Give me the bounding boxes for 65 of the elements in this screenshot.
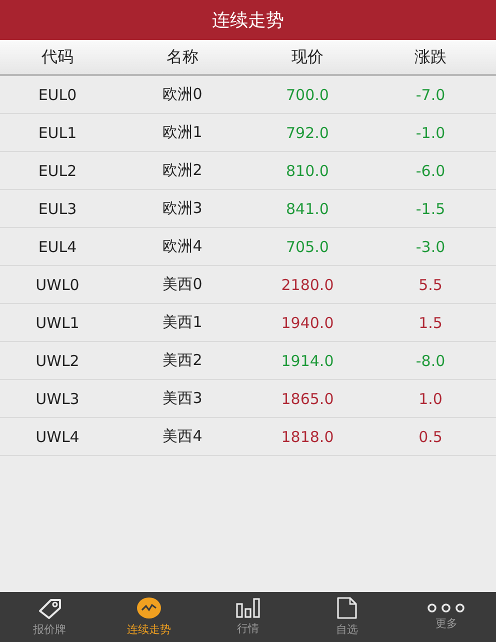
change-cell: -1.5 (416, 200, 446, 218)
code-cell: EUL2 (38, 162, 77, 180)
price-cell: 705.0 (286, 238, 329, 256)
change-cell: -7.0 (416, 86, 446, 104)
price-cell: 841.0 (286, 200, 329, 218)
price-cell: 1865.0 (281, 390, 334, 408)
price-cell: 700.0 (286, 86, 329, 104)
tab[interactable]: 连续走势 (99, 592, 198, 642)
name-cell: 美西2 (162, 351, 202, 370)
change-cell: 0.5 (418, 428, 442, 446)
change-cell: -1.0 (416, 124, 446, 142)
code-cell: EUL3 (38, 200, 77, 218)
trend-icon (136, 597, 161, 619)
code-cell: EUL1 (38, 124, 77, 142)
name-cell: 美西3 (162, 389, 202, 408)
change-cell: -6.0 (416, 162, 446, 180)
quote-row[interactable]: UWL2 美西2 1914.0 -8.0 (0, 342, 496, 380)
price-cell: 792.0 (286, 124, 329, 142)
page-title: 连续走势 (212, 9, 284, 32)
bar-chart-icon (234, 598, 261, 618)
quote-row[interactable]: EUL3 欧洲3 841.0 -1.5 (0, 190, 496, 228)
quote-row[interactable]: EUL0 欧洲0 700.0 -7.0 (0, 76, 496, 114)
change-cell: -3.0 (416, 238, 446, 256)
tab[interactable]: 行情 (198, 592, 298, 642)
code-cell: UWL1 (36, 314, 80, 332)
name-cell: 美西1 (162, 313, 202, 332)
price-cell: 2180.0 (281, 276, 334, 294)
price-cell: 810.0 (286, 162, 329, 180)
more-icon (427, 603, 466, 613)
name-cell: 美西0 (162, 275, 202, 294)
name-cell: 美西4 (162, 427, 202, 446)
document-icon (337, 597, 358, 619)
code-cell: UWL3 (36, 390, 80, 408)
name-cell: 欧洲4 (162, 237, 202, 256)
quote-row[interactable]: UWL1 美西1 1940.0 1.5 (0, 304, 496, 342)
code-cell: UWL4 (36, 428, 80, 446)
code-cell: EUL4 (38, 238, 77, 256)
column-header: 涨跌 (414, 46, 446, 68)
code-cell: UWL0 (36, 276, 80, 294)
quote-row[interactable]: EUL1 欧洲1 792.0 -1.0 (0, 114, 496, 152)
change-cell: 1.5 (418, 314, 442, 332)
name-cell: 欧洲1 (162, 123, 202, 142)
quote-row[interactable]: EUL4 欧洲4 705.0 -3.0 (0, 228, 496, 266)
name-cell: 欧洲2 (162, 161, 202, 180)
price-cell: 1914.0 (281, 352, 334, 370)
tab[interactable]: 报价牌 (0, 592, 100, 642)
tab[interactable]: 更多 (396, 592, 496, 642)
code-cell: EUL0 (38, 86, 77, 104)
tag-icon (36, 597, 63, 619)
price-cell: 1818.0 (281, 428, 334, 446)
change-cell: 5.5 (418, 276, 442, 294)
name-cell: 欧洲0 (162, 85, 202, 104)
column-header: 现价 (292, 46, 324, 68)
column-header: 代码 (42, 46, 74, 68)
change-cell: -8.0 (416, 352, 446, 370)
quote-row[interactable]: EUL2 欧洲2 810.0 -6.0 (0, 152, 496, 190)
column-header: 名称 (166, 46, 198, 68)
quote-row[interactable]: UWL0 美西0 2180.0 5.5 (0, 266, 496, 304)
code-cell: UWL2 (36, 352, 80, 370)
name-cell: 欧洲3 (162, 199, 202, 218)
tab[interactable]: 自选 (298, 592, 397, 642)
quote-row[interactable]: UWL4 美西4 1818.0 0.5 (0, 418, 496, 456)
quote-row[interactable]: UWL3 美西3 1865.0 1.0 (0, 380, 496, 418)
price-cell: 1940.0 (281, 314, 334, 332)
change-cell: 1.0 (418, 390, 442, 408)
